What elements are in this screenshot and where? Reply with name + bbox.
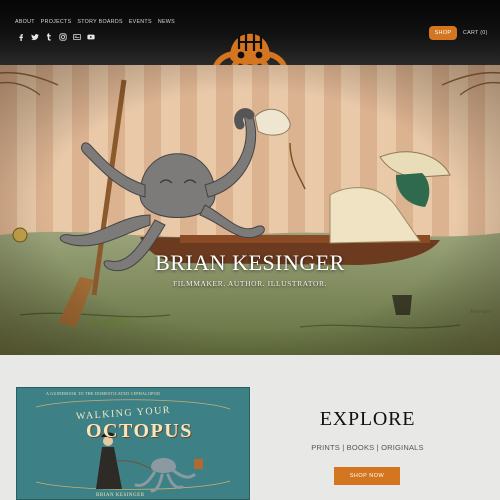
hero-subtitle: FILMMAKER. AUTHOR. ILLUSTRATOR.: [172, 279, 328, 288]
shop-now-button[interactable]: SHOP NOW: [334, 467, 400, 485]
shop-button[interactable]: SHOP: [429, 26, 457, 40]
cart-link[interactable]: CART (0): [463, 30, 488, 36]
explore-heading: EXPLORE: [319, 408, 416, 430]
book-author: BRIAN KESINGER: [96, 493, 145, 498]
social-links: [17, 33, 95, 41]
artist-signature: Kesinger: [469, 309, 492, 315]
nav-about-link[interactable]: ABOUT: [15, 19, 35, 25]
hero-illustration: Kesinger: [0, 65, 500, 355]
hero-title: BRIAN KESINGER: [155, 250, 345, 275]
site-header: ABOUT PROJECTS STORY BOARDS EVENTS NEWS: [0, 0, 500, 87]
instagram-icon[interactable]: [59, 33, 67, 41]
book-cover-image[interactable]: A GUIDEBOOK TO THE DOMESTICATED CEPHALOP…: [16, 387, 250, 500]
book-tagline: A GUIDEBOOK TO THE DOMESTICATED CEPHALOP…: [46, 391, 161, 396]
nav-events-link[interactable]: EVENTS: [129, 19, 152, 25]
youtube-icon[interactable]: [87, 33, 95, 41]
main-nav: ABOUT PROJECTS STORY BOARDS EVENTS NEWS: [15, 19, 175, 25]
explore-categories: PRINTS | BOOKS | ORIGINALS: [311, 443, 424, 452]
nav-projects-link[interactable]: PROJECTS: [41, 19, 72, 25]
twitter-icon[interactable]: [31, 33, 39, 41]
nav-story-boards-link[interactable]: STORY BOARDS: [77, 19, 122, 25]
email-icon[interactable]: [73, 33, 81, 41]
facebook-icon[interactable]: [17, 33, 25, 41]
book-cover-art: [16, 387, 250, 500]
book-title-line2: OCTOPUS: [86, 420, 193, 442]
nav-news-link[interactable]: NEWS: [158, 19, 175, 25]
explore-section: A GUIDEBOOK TO THE DOMESTICATED CEPHALOP…: [0, 355, 500, 500]
hero-banner: Kesinger BRIAN KESINGER FILMMAKER. AUTHO…: [0, 65, 500, 355]
tumblr-icon[interactable]: [45, 33, 53, 41]
